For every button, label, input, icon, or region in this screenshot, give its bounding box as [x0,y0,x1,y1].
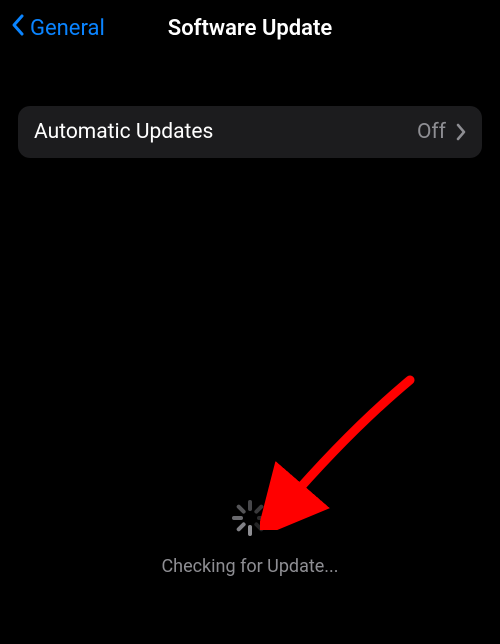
loading-area: Checking for Update... [0,500,500,577]
chevron-right-icon [456,123,466,141]
back-label: General [30,16,105,41]
row-right: Off [417,120,466,144]
chevron-left-icon [10,13,26,43]
loading-status-text: Checking for Update... [161,556,338,577]
spinner-icon [232,500,268,536]
page-title: Software Update [168,16,332,41]
navigation-bar: General Software Update [0,0,500,56]
row-label: Automatic Updates [34,120,213,144]
content-area: Automatic Updates Off [0,56,500,158]
row-value: Off [417,120,446,144]
back-button[interactable]: General [10,13,105,43]
automatic-updates-row[interactable]: Automatic Updates Off [18,106,482,158]
